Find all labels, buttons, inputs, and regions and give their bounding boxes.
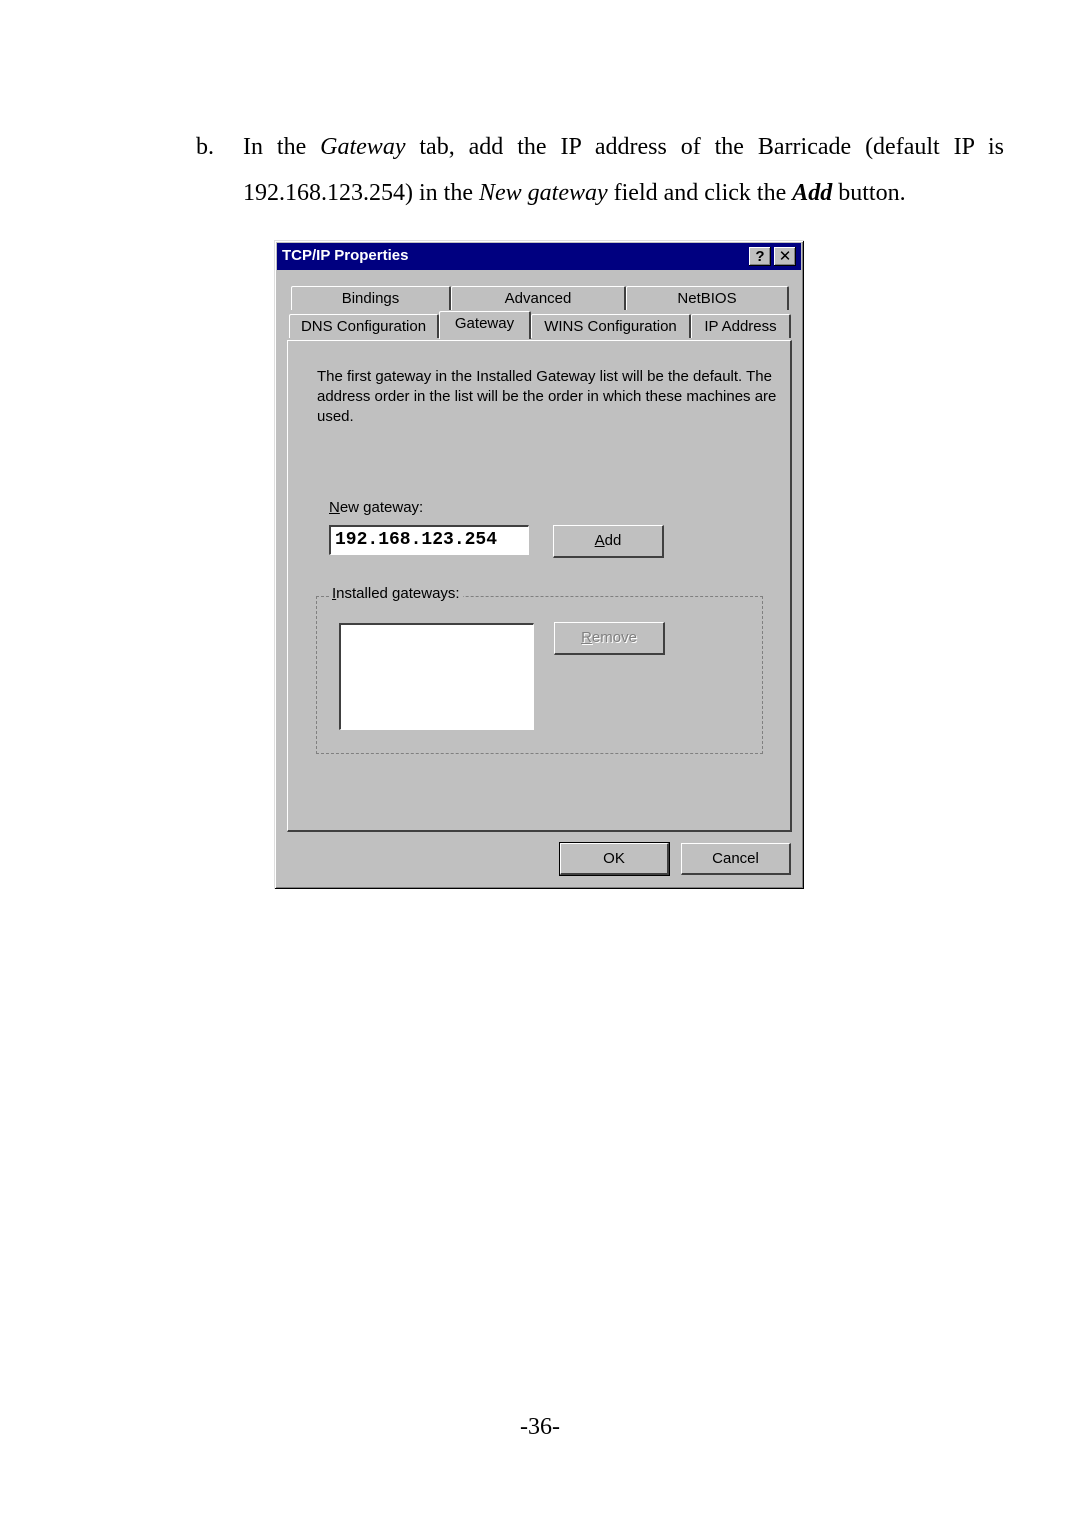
gateway-panel: The first gateway in the Installed Gatew… [287, 340, 792, 832]
text-run: 192.168.123.254) in the [243, 180, 479, 206]
title-bar[interactable]: TCP/IP Properties ? ✕ [277, 243, 801, 270]
text-run: In the [243, 134, 321, 160]
text-run: Add [792, 180, 833, 206]
ok-button[interactable]: OK [559, 842, 670, 876]
text-run: Gateway [320, 134, 406, 160]
page-number: -36- [520, 1414, 560, 1440]
text-run: field and click the [607, 180, 793, 206]
instruction-line-2: 192.168.123.254) in the New gateway fiel… [243, 170, 906, 216]
text-run: tab, add the IP address of the Barricade… [405, 134, 1004, 160]
close-button[interactable]: ✕ [774, 247, 796, 266]
new-gateway-label: New gateway: [329, 499, 424, 516]
installed-gateways-label: Installed gateways: [329, 585, 463, 602]
cancel-button[interactable]: Cancel [681, 843, 791, 875]
tcpip-properties-dialog: TCP/IP Properties ? ✕ Bindings Advanced … [274, 240, 804, 889]
text-run: New gateway [478, 180, 608, 206]
tab-advanced[interactable]: Advanced [451, 286, 626, 310]
dialog-title: TCP/IP Properties [282, 247, 409, 264]
installed-gateways-list[interactable] [339, 623, 534, 730]
instruction-line-1: In the Gateway tab, add the IP address o… [243, 124, 1004, 170]
remove-button[interactable]: Remove [554, 622, 665, 655]
tab-netbios[interactable]: NetBIOS [626, 286, 789, 310]
tab-wins-configuration[interactable]: WINS Configuration [531, 314, 691, 338]
help-icon: ? [755, 248, 765, 265]
text-run: button. [832, 180, 906, 206]
tab-ip-address[interactable]: IP Address [691, 314, 791, 338]
tab-dns-configuration[interactable]: DNS Configuration [289, 314, 439, 338]
tab-gateway[interactable]: Gateway [439, 311, 531, 339]
gateway-description: The first gateway in the Installed Gatew… [317, 368, 777, 425]
help-button[interactable]: ? [749, 247, 771, 266]
installed-gateways-group: Installed gateways: Remove [316, 585, 763, 754]
add-button[interactable]: Add [553, 525, 664, 558]
new-gateway-input[interactable]: 192.168.123.254 [329, 525, 529, 555]
tab-bindings[interactable]: Bindings [291, 286, 451, 310]
close-icon: ✕ [778, 248, 792, 265]
list-marker: b. [196, 134, 214, 160]
